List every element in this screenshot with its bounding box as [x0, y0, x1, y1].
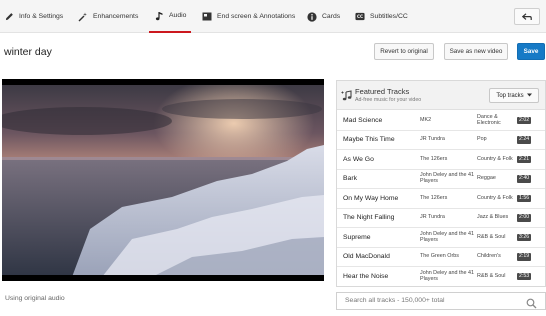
track-title: The Night Falling	[343, 214, 395, 222]
track-duration: 3:26	[517, 233, 532, 242]
track-list: Mad Science MK2 Dance & Electronic 2:02 …	[337, 111, 545, 287]
caret-down-icon	[526, 93, 532, 99]
end-screen-icon	[202, 12, 212, 22]
audio-status-text: Using original audio	[5, 295, 65, 302]
sort-dropdown-label: Top tracks	[496, 92, 524, 99]
track-duration: 2:21	[517, 155, 532, 164]
track-title: As We Go	[343, 155, 374, 163]
track-artist: The 126ers	[420, 155, 448, 162]
track-title: Maybe This Time	[343, 136, 395, 144]
tab-label: End screen & Annotations	[217, 13, 296, 20]
track-genre: R&B & Soul	[477, 272, 506, 279]
cc-icon: CC	[355, 12, 365, 22]
track-search-input[interactable]: Search all tracks - 150,000+ total	[336, 292, 546, 310]
featured-tracks-subtitle: Ad-free music for your video	[355, 97, 422, 103]
track-title: Supreme	[343, 233, 371, 241]
search-icon[interactable]	[526, 296, 537, 309]
track-title: Bark	[343, 175, 357, 183]
music-note-icon	[154, 11, 164, 21]
search-placeholder: Search all tracks - 150,000+ total	[345, 297, 445, 304]
page-title: winter day	[4, 46, 52, 58]
tab-enhancements[interactable]: Enhancements	[78, 0, 138, 33]
back-arrow-icon	[521, 8, 532, 26]
tab-audio[interactable]: Audio	[149, 0, 192, 33]
featured-tracks-title: Featured Tracks	[355, 87, 410, 96]
track-duration: 2:40	[517, 175, 532, 183]
info-circle-icon	[307, 11, 317, 22]
track-duration: 2:19	[517, 253, 532, 261]
track-row[interactable]: As We Go The 126ers Country & Folk 2:21	[337, 150, 545, 170]
track-duration: 2:00	[517, 214, 532, 222]
track-title: Hear the Noise	[343, 272, 389, 280]
track-genre: Children's	[477, 253, 501, 260]
video-frame-image	[0, 79, 324, 281]
sort-dropdown[interactable]: Top tracks	[489, 88, 539, 103]
track-genre: Dance & Electronic	[477, 113, 501, 126]
tab-end-screen-annotations[interactable]: End screen & Annotations	[202, 0, 295, 33]
tab-subtitles-cc[interactable]: CC Subtitles/CC	[355, 0, 408, 33]
track-row[interactable]: Maybe This Time JR Tundra Pop 2:24	[337, 131, 545, 150]
track-duration: 2:02	[517, 116, 532, 125]
featured-tracks-header: Featured Tracks Ad-free music for your v…	[337, 81, 545, 110]
track-artist: MK2	[420, 116, 432, 123]
video-preview[interactable]	[0, 79, 324, 281]
tab-label: Cards	[322, 13, 341, 20]
track-duration: 2:53	[517, 272, 532, 281]
tab-label: Enhancements	[93, 13, 139, 20]
track-genre: Pop	[477, 136, 487, 143]
tab-label: Audio	[169, 12, 187, 19]
track-genre: Country & Folk	[477, 194, 513, 201]
track-row[interactable]: Old MacDonald The Green Orbs Children's …	[337, 248, 545, 267]
back-button[interactable]	[514, 8, 540, 25]
track-genre: Country & Folk	[477, 155, 513, 162]
track-artist: The 126ers	[420, 194, 448, 201]
featured-tracks-panel: Featured Tracks Ad-free music for your v…	[336, 80, 546, 287]
track-duration: 1:56	[517, 194, 532, 203]
track-row[interactable]: Hear the Noise John Deley and the 41 Pla…	[337, 267, 545, 287]
track-row[interactable]: Mad Science MK2 Dance & Electronic 2:02	[337, 111, 545, 131]
track-artist: John Deley and the 41 Players	[420, 172, 474, 184]
track-title: On My Way Home	[343, 194, 399, 202]
tab-info-settings[interactable]: Info & Settings	[4, 0, 63, 33]
music-library-icon	[341, 89, 353, 101]
track-artist: John Deley and the 41 Players	[420, 269, 474, 282]
tab-label: Subtitles/CC	[370, 13, 408, 20]
magic-wand-icon	[78, 12, 88, 22]
track-row[interactable]: On My Way Home The 126ers Country & Folk…	[337, 189, 545, 209]
pencil-icon	[4, 12, 14, 22]
track-duration: 2:24	[517, 136, 532, 144]
save-button[interactable]: Save	[517, 43, 545, 60]
save-as-new-video-button[interactable]: Save as new video	[444, 43, 508, 60]
track-title: Old MacDonald	[343, 253, 390, 261]
track-artist: JR Tundra	[420, 214, 445, 221]
track-row[interactable]: Bark John Deley and the 41 Players Regga…	[337, 170, 545, 189]
editor-tab-bar: Info & Settings Enhancements Audio End s…	[0, 0, 546, 33]
track-genre: Reggae	[477, 175, 496, 182]
tab-cards[interactable]: Cards	[307, 0, 340, 33]
track-row[interactable]: The Night Falling JR Tundra Jazz & Blues…	[337, 209, 545, 228]
track-artist: The Green Orbs	[420, 253, 459, 260]
track-genre: Jazz & Blues	[477, 214, 509, 221]
track-artist: JR Tundra	[420, 136, 445, 143]
track-genre: R&B & Soul	[477, 233, 506, 240]
track-artist: John Deley and the 41 Players	[420, 230, 474, 243]
svg-text:CC: CC	[357, 14, 363, 19]
revert-to-original-button[interactable]: Revert to original	[374, 43, 434, 60]
track-title: Mad Science	[343, 116, 383, 124]
tab-label: Info & Settings	[19, 13, 64, 20]
track-row[interactable]: Supreme John Deley and the 41 Players R&…	[337, 228, 545, 248]
